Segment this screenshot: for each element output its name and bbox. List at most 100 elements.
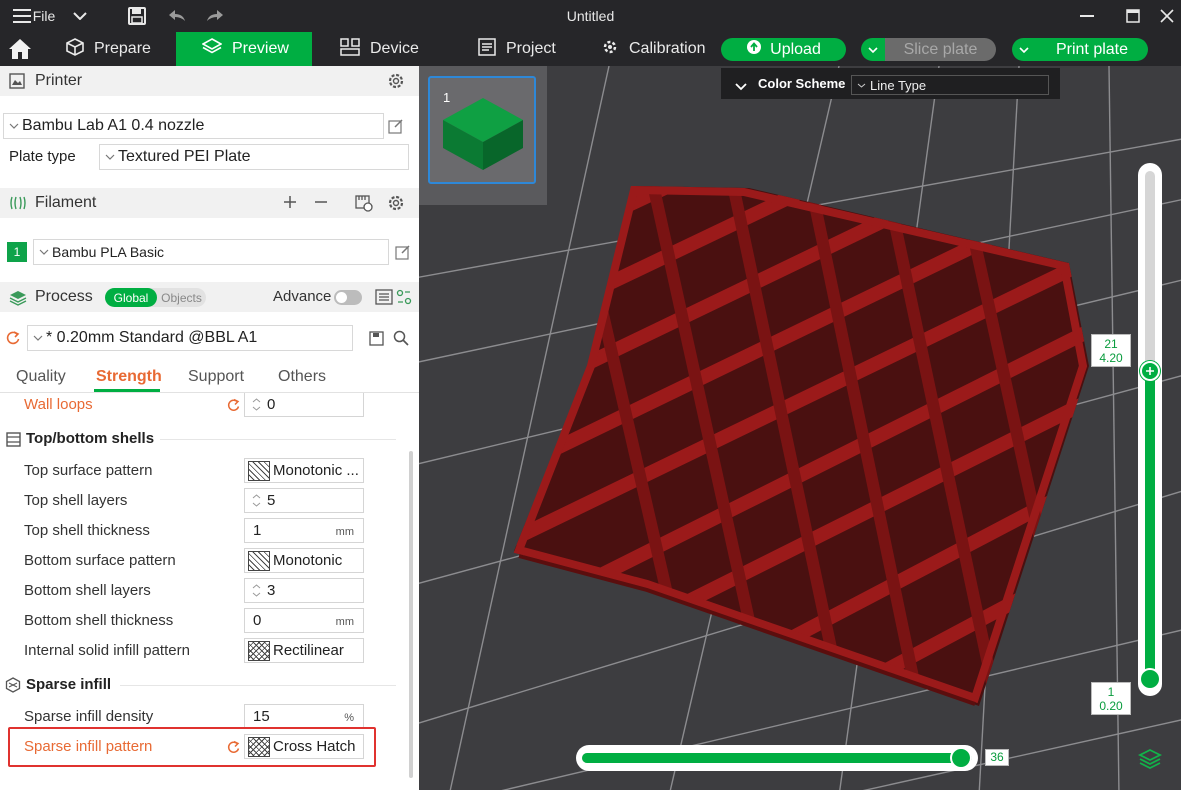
save-icon[interactable] [126, 0, 148, 32]
list-view-icon[interactable] [375, 289, 393, 309]
print-plate-button[interactable]: Print plate [1036, 38, 1148, 61]
move-slider-handle[interactable] [950, 747, 972, 769]
plate-type-label: Plate type [9, 148, 76, 165]
sparse-infill-title: Sparse infill [26, 676, 112, 693]
sparse-infill-pattern-select[interactable]: Cross Hatch [244, 734, 364, 759]
collapse-chevron-icon[interactable] [735, 79, 747, 94]
tab-others[interactable]: Others [278, 368, 326, 386]
filament-section-header: Filament [0, 188, 419, 218]
add-filament-icon[interactable] [282, 194, 298, 214]
chevron-down-icon [36, 249, 52, 255]
top-shell-layers-input[interactable]: 5 [244, 488, 364, 513]
reset-sparse-infill-pattern-icon[interactable] [226, 740, 241, 759]
sparse-infill-density-input[interactable]: 15 % [244, 704, 364, 729]
slice-dropdown-icon[interactable] [861, 38, 885, 61]
layer-slider-fill [1145, 370, 1155, 688]
tab-prepare[interactable]: Prepare [56, 32, 176, 66]
bottom-surface-pattern-value: Monotonic [273, 552, 343, 569]
toggle-global[interactable]: Global [105, 288, 157, 307]
cross-hatch-pattern-icon [248, 736, 270, 757]
chevron-down-icon[interactable] [71, 0, 89, 32]
plate-type-select[interactable]: Textured PEI Plate [99, 144, 409, 170]
close-icon[interactable] [1156, 0, 1178, 32]
calibration-icon [601, 38, 619, 61]
advance-toggle[interactable] [334, 290, 362, 305]
plate-thumbnail[interactable]: 1 [428, 76, 536, 184]
group-divider [160, 439, 396, 440]
layer-bottom-tag: 1 0.20 [1091, 682, 1131, 715]
process-preset-name: * 0.20mm Standard @BBL A1 [46, 329, 258, 346]
toggle-objects[interactable]: Objects [157, 288, 206, 307]
internal-solid-infill-pattern-select[interactable]: Rectilinear [244, 638, 364, 663]
chevron-down-icon [102, 154, 118, 160]
bottom-surface-pattern-select[interactable]: Monotonic [244, 548, 364, 573]
spinner-icon[interactable] [245, 489, 267, 512]
edit-printer-icon[interactable] [386, 116, 406, 136]
sync-ams-icon[interactable] [355, 194, 373, 216]
color-scheme-label: Color Scheme [758, 76, 846, 91]
filament-settings-gear-icon[interactable] [387, 194, 405, 216]
tab-project[interactable]: Project [478, 32, 578, 66]
tab-device[interactable]: Device [340, 32, 440, 66]
undo-icon[interactable] [166, 0, 188, 32]
tab-strength[interactable]: Strength [96, 368, 162, 386]
color-scheme-select[interactable]: Line Type [851, 75, 1049, 95]
internal-solid-infill-pattern-value: Rectilinear [273, 642, 344, 659]
filament-section-label: Filament [35, 194, 97, 211]
layer-slider-track[interactable] [1138, 163, 1162, 696]
filament-name: Bambu PLA Basic [52, 244, 165, 260]
filament-select[interactable]: Bambu PLA Basic [33, 239, 389, 265]
layer-bottom-handle[interactable] [1139, 668, 1161, 690]
wall-loops-label: Wall loops [24, 396, 93, 413]
settings-panel: Printer Bambu Lab A1 0.4 nozzle Plate ty… [0, 66, 419, 790]
printer-select[interactable]: Bambu Lab A1 0.4 nozzle [3, 113, 384, 139]
home-icon[interactable] [6, 36, 34, 62]
move-slider-track[interactable] [576, 745, 978, 771]
minimize-icon[interactable] [1076, 0, 1098, 32]
tab-calibration[interactable]: Calibration [601, 32, 711, 66]
reset-preset-icon[interactable] [5, 330, 21, 350]
global-objects-toggle[interactable]: Global Objects [105, 288, 206, 307]
settings-scrollbar[interactable] [409, 451, 413, 778]
file-menu[interactable]: File [33, 0, 56, 32]
hamburger-menu-icon[interactable] [12, 0, 32, 32]
upload-button[interactable]: Upload [721, 38, 846, 61]
printer-settings-gear-icon[interactable] [387, 72, 405, 94]
reset-wall-loops-icon[interactable] [226, 398, 241, 417]
tab-preview[interactable]: Preview [176, 32, 312, 66]
group-divider [120, 685, 396, 686]
tab-quality[interactable]: Quality [16, 368, 66, 386]
compare-icon[interactable] [396, 289, 412, 309]
edit-filament-icon[interactable] [393, 242, 413, 262]
tab-support[interactable]: Support [188, 368, 244, 386]
tab-preview-label: Preview [232, 40, 289, 57]
top-surface-pattern-select[interactable]: Monotonic ... [244, 458, 364, 483]
layers-view-icon[interactable] [1137, 748, 1163, 774]
bottom-shell-thickness-input[interactable]: 0 mm [244, 608, 364, 633]
bottom-shell-thickness-value: 0 [253, 612, 262, 629]
layer-top-handle[interactable] [1140, 360, 1160, 381]
bottom-surface-pattern-label: Bottom surface pattern [24, 552, 176, 569]
save-preset-icon[interactable] [369, 331, 384, 350]
process-preset-select[interactable]: * 0.20mm Standard @BBL A1 [27, 325, 353, 351]
spinner-icon[interactable] [245, 579, 267, 602]
filament-slot-badge[interactable]: 1 [7, 242, 27, 262]
maximize-icon[interactable] [1122, 0, 1144, 32]
top-shell-thickness-label: Top shell thickness [24, 522, 150, 539]
preview-viewport[interactable]: 1 Color Scheme Line Type 21 4.20 1 0.20 [419, 66, 1181, 790]
printer-icon [9, 73, 25, 93]
bottom-shell-layers-input[interactable]: 3 [244, 578, 364, 603]
title-bar: File Untitled [0, 0, 1181, 32]
sparse-infill-pattern-value: Cross Hatch [273, 738, 356, 755]
chevron-down-icon [852, 83, 870, 88]
print-dropdown-icon[interactable] [1012, 38, 1036, 61]
search-icon[interactable] [393, 330, 409, 350]
color-scheme-value: Line Type [870, 77, 927, 93]
slice-plate-button[interactable]: Slice plate [885, 38, 996, 61]
redo-icon[interactable] [204, 0, 226, 32]
wall-loops-input[interactable]: 0 [244, 393, 364, 417]
top-shell-layers-label: Top shell layers [24, 492, 128, 509]
spinner-icon[interactable] [245, 393, 267, 416]
top-shell-thickness-input[interactable]: 1 mm [244, 518, 364, 543]
remove-filament-icon[interactable] [313, 194, 329, 214]
